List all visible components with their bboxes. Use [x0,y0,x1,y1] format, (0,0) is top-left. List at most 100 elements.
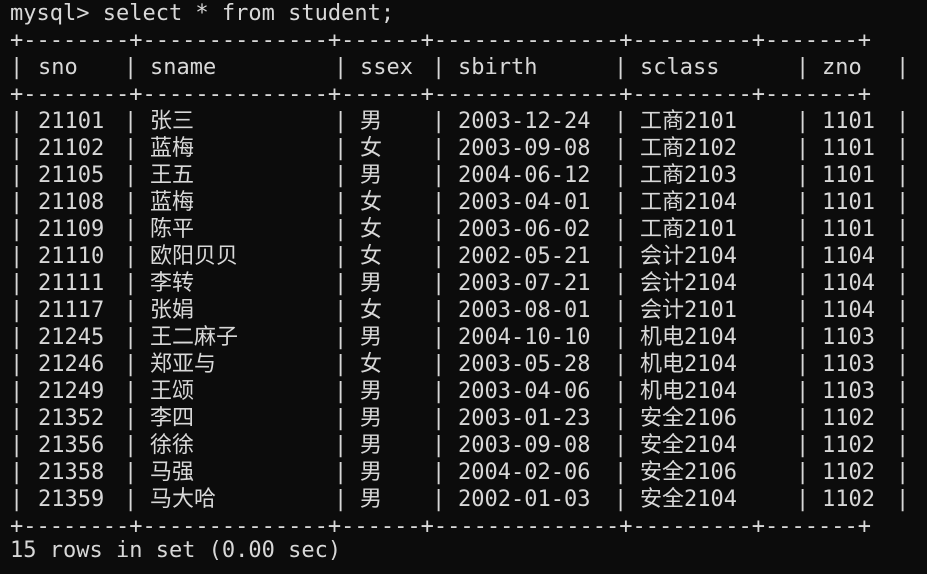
column-header-ssex: ssex [360,55,413,80]
table-cell-sclass: 工商2101 [640,109,737,134]
column-separator: | [432,325,446,350]
table-cell-sno: 21356 [38,433,105,458]
table-cell-sclass: 工商2101 [640,217,737,242]
column-header-sname: sname [150,55,217,80]
column-separator: | [896,298,910,323]
table-cell-ssex: 女 [360,136,383,161]
column-separator: | [124,352,138,377]
column-separator: | [432,190,446,215]
table-cell-zno: 1101 [822,163,875,188]
column-separator: | [432,109,446,134]
table-row: | | | | | | | 21249 王颂 男 2003-04-06 机电2104 1103 [10,378,910,405]
table-cell-sbirth: 2003-06-02 [458,217,591,242]
table-cell-sname: 马强 [150,460,195,485]
table-cell-sname: 徐徐 [150,433,195,458]
table-cell-ssex: 男 [360,433,383,458]
column-separator: | [896,325,910,350]
column-separator: | [614,190,628,215]
table-cell-sno: 21109 [38,217,105,242]
column-separator: | [896,487,910,512]
table-cell-sno: 21111 [38,271,105,296]
table-cell-sbirth: 2002-05-21 [458,244,591,269]
column-separator: | [614,325,628,350]
table-cell-sname: 王五 [150,163,195,188]
column-separator: | [432,271,446,296]
column-separator: | [124,487,138,512]
column-separator: | [896,379,910,404]
column-separator: | [796,55,810,80]
table-cell-sno: 21101 [38,109,105,134]
column-separator: | [124,190,138,215]
table-cell-zno: 1101 [822,217,875,242]
column-separator: | [614,244,628,269]
column-separator: | [432,487,446,512]
column-separator: | [10,487,24,512]
table-cell-sname: 李转 [150,271,195,296]
column-separator: | [896,352,910,377]
table-cell-sclass: 安全2106 [640,406,737,431]
table-cell-ssex: 女 [360,352,383,377]
table-cell-sname: 蓝梅 [150,190,195,215]
column-separator: | [334,379,348,404]
column-separator: | [124,55,138,80]
column-separator: | [896,163,910,188]
table-border: +--------+--------------+------+--------… [10,28,871,53]
column-header-sno: sno [38,55,78,80]
column-separator: | [614,460,628,485]
column-separator: | [432,352,446,377]
table-cell-sname: 张娟 [150,298,195,323]
table-cell-sbirth: 2004-02-06 [458,460,591,485]
table-cell-zno: 1102 [822,487,875,512]
column-separator: | [614,136,628,161]
table-cell-sno: 21358 [38,460,105,485]
table-cell-sname: 蓝梅 [150,136,195,161]
column-separator: | [10,136,24,161]
table-cell-zno: 1102 [822,460,875,485]
column-separator: | [334,136,348,161]
table-cell-zno: 1104 [822,244,875,269]
column-separator: | [896,109,910,134]
column-separator: | [10,190,24,215]
table-cell-sno: 21245 [38,325,105,350]
column-separator: | [334,271,348,296]
column-separator: | [896,406,910,431]
column-separator: | [896,433,910,458]
table-cell-sname: 马大哈 [150,487,217,512]
table-cell-ssex: 男 [360,460,383,485]
column-separator: | [614,271,628,296]
column-separator: | [614,352,628,377]
column-separator: | [334,163,348,188]
table-cell-zno: 1101 [822,136,875,161]
column-separator: | [614,217,628,242]
table-row: | | | | | | | 21359 马大哈 男 2002-01-03 安全2104 1102 [10,486,910,513]
column-separator: | [896,217,910,242]
column-separator: | [614,109,628,134]
table-cell-sname: 陈平 [150,217,195,242]
table-cell-sno: 21102 [38,136,105,161]
column-separator: | [796,109,810,134]
table-cell-sclass: 会计2104 [640,271,737,296]
column-separator: | [614,163,628,188]
table-cell-sclass: 工商2103 [640,163,737,188]
column-separator: | [334,352,348,377]
column-separator: | [124,109,138,134]
table-row: | | | | | | | 21105 王五 男 2004-06-12 工商2103 1101 [10,162,910,189]
column-separator: | [10,406,24,431]
column-separator: | [432,433,446,458]
table-row: | | | | | | | 21102 蓝梅 女 2003-09-08 工商2102 1101 [10,135,910,162]
column-separator: | [334,460,348,485]
table-cell-sno: 21246 [38,352,105,377]
table-cell-sclass: 工商2102 [640,136,737,161]
column-separator: | [614,55,628,80]
table-cell-sbirth: 2003-05-28 [458,352,591,377]
column-separator: | [432,244,446,269]
column-separator: | [432,163,446,188]
table-row: | | | | | | | 21101 张三 男 2003-12-24 工商2101 1101 [10,108,910,135]
column-separator: | [334,217,348,242]
table-cell-sname: 王颂 [150,379,195,404]
table-cell-zno: 1102 [822,433,875,458]
table-cell-sname: 王二麻子 [150,325,239,350]
table-cell-zno: 1102 [822,406,875,431]
table-cell-sname: 欧阳贝贝 [150,244,239,269]
table-cell-sbirth: 2004-06-12 [458,163,591,188]
